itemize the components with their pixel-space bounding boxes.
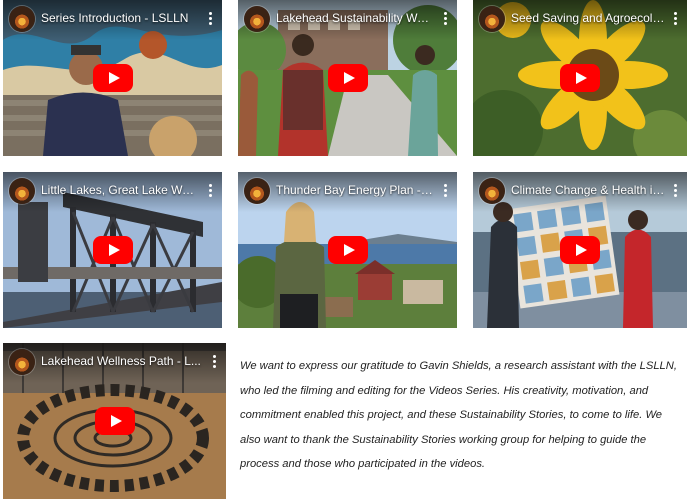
youtube-play-icon[interactable] [92,236,133,264]
video-title[interactable]: Seed Saving and Agroecolo... [511,11,665,25]
video-title[interactable]: Lakehead Wellness Path - L... [41,354,204,368]
video-thumbnail-5[interactable]: Thunder Bay Energy Plan - L... [238,172,457,328]
acknowledgement-text: We want to express our gratitude to Gavi… [240,360,677,471]
more-vert-icon[interactable] [208,353,220,371]
youtube-play-icon[interactable] [94,407,135,435]
video-title[interactable]: Series Introduction - LSLLN [41,11,200,25]
channel-avatar-icon[interactable] [9,6,35,32]
more-vert-icon[interactable] [204,10,216,28]
more-vert-icon[interactable] [669,10,681,28]
video-thumbnail-3[interactable]: Seed Saving and Agroecolo... [473,0,687,156]
video-title[interactable]: Climate Change & Health in ... [511,183,665,197]
video-title[interactable]: Thunder Bay Energy Plan - L... [276,183,435,197]
youtube-play-icon[interactable] [327,64,368,92]
channel-avatar-icon[interactable] [479,6,505,32]
channel-avatar-icon[interactable] [244,178,270,204]
channel-avatar-icon[interactable] [9,349,35,375]
channel-avatar-icon[interactable] [479,178,505,204]
video-title[interactable]: Little Lakes, Great Lake Wat... [41,183,200,197]
channel-avatar-icon[interactable] [9,178,35,204]
more-vert-icon[interactable] [439,10,451,28]
more-vert-icon[interactable] [439,182,451,200]
more-vert-icon[interactable] [669,182,681,200]
more-vert-icon[interactable] [204,182,216,200]
video-thumbnail-4[interactable]: Little Lakes, Great Lake Wat... [3,172,222,328]
youtube-play-icon[interactable] [92,64,133,92]
video-title[interactable]: Lakehead Sustainability Wal... [276,11,435,25]
video-thumbnail-7[interactable]: Lakehead Wellness Path - L... [3,343,226,499]
youtube-play-icon[interactable] [560,64,600,92]
video-thumbnail-6[interactable]: Climate Change & Health in ... [473,172,687,328]
youtube-play-icon[interactable] [560,236,600,264]
video-thumbnail-1[interactable]: Series Introduction - LSLLN [3,0,222,156]
youtube-play-icon[interactable] [327,236,368,264]
channel-avatar-icon[interactable] [244,6,270,32]
video-thumbnail-2[interactable]: Lakehead Sustainability Wal... [238,0,457,156]
